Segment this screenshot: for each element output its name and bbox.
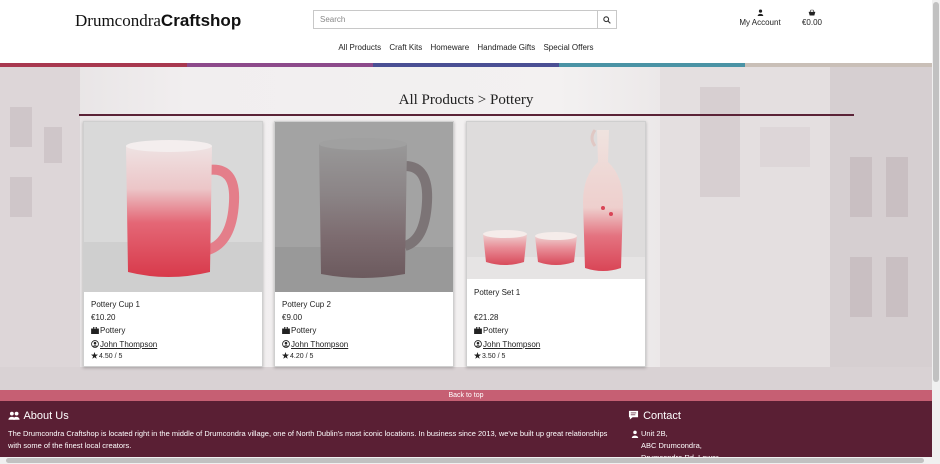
- address-line: Unit 2B,: [641, 429, 668, 438]
- search-button[interactable]: [597, 11, 616, 28]
- site-logo[interactable]: DrumcondraCraftshop: [75, 11, 241, 31]
- search-input[interactable]: [314, 11, 597, 28]
- product-maker-link[interactable]: John Thompson: [91, 340, 157, 349]
- nav-all-products[interactable]: All Products: [338, 43, 381, 52]
- product-card[interactable]: Pottery Cup 2 €9.00 Pottery John Thompso…: [274, 121, 454, 367]
- vertical-scrollbar[interactable]: [932, 0, 940, 464]
- contact-heading: Contact: [628, 410, 681, 422]
- product-rating: 4.20 / 5: [282, 352, 313, 360]
- product-name[interactable]: Pottery Cup 1: [91, 300, 140, 309]
- product-image[interactable]: [84, 122, 262, 292]
- comment-icon: [628, 410, 639, 420]
- product-category: Pottery: [91, 326, 125, 335]
- product-maker-link[interactable]: John Thompson: [474, 340, 540, 349]
- briefcase-icon: [91, 327, 99, 334]
- main-nav: All Products Craft Kits Homeware Handmad…: [0, 43, 932, 52]
- address-line: ABC Drumcondra,: [641, 441, 702, 450]
- product-price: €21.28: [474, 313, 499, 322]
- product-category: Pottery: [474, 326, 508, 335]
- product-image[interactable]: [467, 122, 645, 279]
- nav-handmade-gifts[interactable]: Handmade Gifts: [477, 43, 535, 52]
- search-bar: [313, 10, 617, 29]
- site-header: DrumcondraCraftshop My Account €0.00 All…: [0, 0, 932, 64]
- my-account-link[interactable]: My Account: [736, 9, 784, 27]
- product-image[interactable]: [275, 122, 453, 292]
- nav-craft-kits[interactable]: Craft Kits: [389, 43, 422, 52]
- my-account-label: My Account: [739, 18, 781, 27]
- site-footer: About Us The Drumcondra Craftshop is loc…: [0, 401, 932, 464]
- basket-icon: [808, 9, 816, 16]
- back-to-top-link[interactable]: Back to top: [0, 390, 932, 401]
- product-price: €10.20: [91, 313, 116, 322]
- product-rating: 3.50 / 5: [474, 352, 505, 360]
- about-heading: About Us: [8, 410, 69, 422]
- about-text: The Drumcondra Craftshop is located righ…: [8, 429, 608, 450]
- nav-special-offers[interactable]: Special Offers: [543, 43, 593, 52]
- search-icon: [603, 15, 611, 24]
- briefcase-icon: [282, 327, 290, 334]
- user-circle-icon: [91, 340, 99, 348]
- star-icon: [474, 352, 481, 359]
- scrollbar-thumb[interactable]: [6, 458, 924, 463]
- product-price: €9.00: [282, 313, 303, 322]
- product-name[interactable]: Pottery Set 1: [474, 288, 520, 297]
- nav-homeware[interactable]: Homeware: [430, 43, 469, 52]
- basket-link[interactable]: €0.00: [798, 9, 826, 27]
- scrollbar-thumb[interactable]: [933, 2, 939, 382]
- user-circle-icon: [282, 340, 290, 348]
- briefcase-icon: [474, 327, 482, 334]
- star-icon: [282, 352, 289, 359]
- breadcrumb: All Products > Pottery: [398, 92, 534, 108]
- user-icon: [757, 9, 763, 16]
- user-circle-icon: [474, 340, 482, 348]
- product-name[interactable]: Pottery Cup 2: [282, 300, 331, 309]
- product-card[interactable]: Pottery Set 1 €21.28 Pottery John Thomps…: [466, 121, 646, 367]
- basket-total: €0.00: [801, 18, 823, 27]
- horizontal-scrollbar[interactable]: [0, 457, 932, 464]
- users-icon: [8, 411, 20, 420]
- product-maker-link[interactable]: John Thompson: [282, 340, 348, 349]
- map-marker-icon: [631, 430, 639, 438]
- product-rating: 4.50 / 5: [91, 352, 122, 360]
- product-card[interactable]: Pottery Cup 1 €10.20 Pottery John Thomps…: [83, 121, 263, 367]
- product-category: Pottery: [282, 326, 316, 335]
- star-icon: [91, 352, 98, 359]
- breadcrumb-underline: [79, 114, 854, 116]
